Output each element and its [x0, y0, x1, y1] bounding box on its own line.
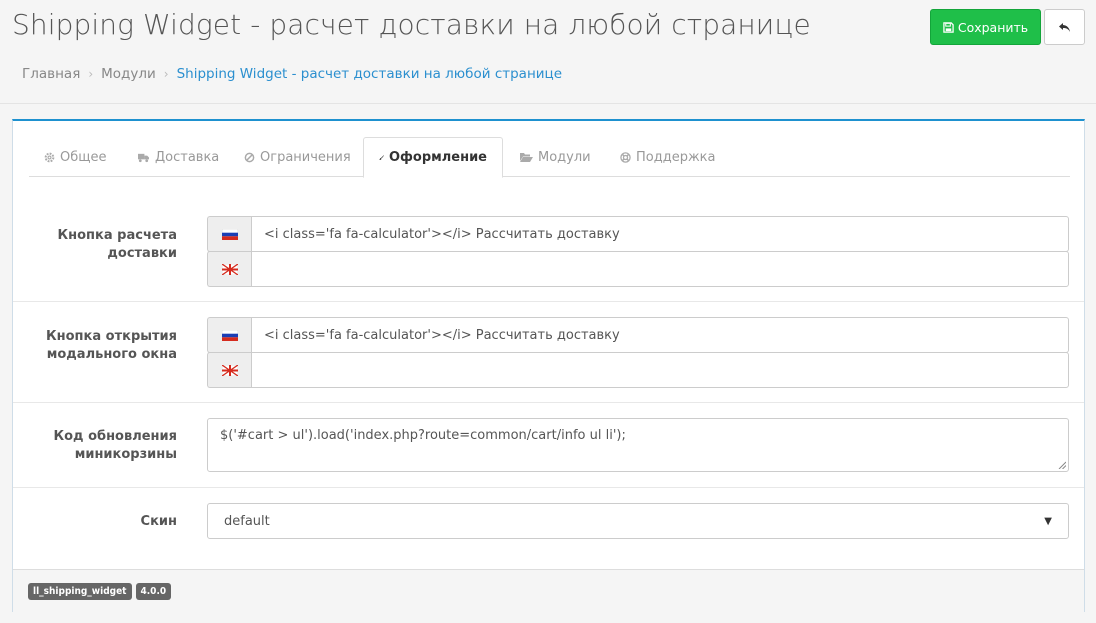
calc-button-label: Кнопка расчета доставки: [57, 228, 177, 261]
version-badge: 4.0.0: [135, 582, 172, 600]
ru-flag-icon: [207, 317, 251, 353]
header-divider: [0, 103, 1096, 104]
minicart-code-value: $('#cart > ul').load('index.php?route=co…: [220, 428, 626, 443]
skin-select[interactable]: default ▼: [207, 503, 1069, 539]
breadcrumb-home[interactable]: Главная: [22, 66, 80, 82]
tab-support[interactable]: Поддержка: [620, 137, 716, 177]
settings-panel: Общее Доставка Ограничения Оформление Мо…: [12, 119, 1085, 612]
row-divider: [13, 301, 1084, 302]
tab-label: Оформление: [388, 150, 487, 165]
breadcrumb: Главная › Модули › Shipping Widget - рас…: [22, 66, 562, 82]
calc-button-en-group: [207, 251, 1069, 287]
calc-button-ru-input[interactable]: <i class='fa fa-calculator'></i> Рассчит…: [251, 216, 1069, 252]
tab-bar: Общее Доставка Ограничения Оформление Мо…: [29, 137, 1070, 178]
calc-button-ru-group: <i class='fa fa-calculator'></i> Рассчит…: [207, 216, 1069, 252]
breadcrumb-separator: ›: [88, 67, 94, 81]
tab-label: Модули: [538, 149, 591, 165]
calc-button-en-input[interactable]: [251, 251, 1069, 287]
tab-label: Поддержка: [636, 149, 716, 165]
minicart-code-label: Код обновления миникорзины: [53, 429, 177, 462]
tab-label: Общее: [60, 149, 107, 165]
row-divider: [13, 487, 1084, 488]
folder-open-icon: [520, 152, 533, 162]
modal-button-en-input[interactable]: [251, 352, 1069, 388]
gb-flag-icon: [207, 251, 251, 287]
modal-button-ru-group: <i class='fa fa-calculator'></i> Рассчит…: [207, 317, 1069, 353]
save-button[interactable]: Сохранить: [930, 9, 1041, 45]
tab-general[interactable]: Общее: [44, 137, 107, 177]
breadcrumb-modules[interactable]: Модули: [101, 66, 156, 82]
caret-down-icon: ▼: [1044, 515, 1052, 527]
paint-brush-icon: [379, 155, 384, 160]
truck-icon: [138, 153, 149, 162]
module-code-badge: ll_shipping_widget: [28, 582, 132, 600]
page-title: Shipping Widget - расчет доставки на люб…: [12, 8, 811, 41]
save-button-label: Сохранить: [957, 19, 1029, 35]
skin-label: Скин: [140, 514, 177, 529]
tab-label: Доставка: [155, 149, 220, 165]
reply-icon: [1059, 22, 1070, 32]
row-divider: [13, 402, 1084, 403]
back-button[interactable]: [1044, 9, 1085, 45]
ban-icon: [244, 152, 255, 162]
ru-flag-icon: [207, 216, 251, 252]
modal-button-label: Кнопка открытия модального окна: [46, 329, 177, 362]
tab-delivery[interactable]: Доставка: [137, 137, 219, 177]
modal-button-ru-input[interactable]: <i class='fa fa-calculator'></i> Рассчит…: [251, 317, 1069, 353]
breadcrumb-current[interactable]: Shipping Widget - расчет доставки на люб…: [177, 66, 562, 82]
tab-appearance[interactable]: Оформление: [363, 137, 503, 178]
modal-button-en-group: [207, 352, 1069, 388]
panel-footer: ll_shipping_widget 4.0.0: [13, 569, 1084, 612]
life-ring-icon: [620, 151, 631, 163]
tab-modules[interactable]: Модули: [520, 137, 591, 177]
resize-grip-icon[interactable]: [1058, 461, 1066, 469]
breadcrumb-separator: ›: [163, 67, 169, 81]
skin-select-value: default: [224, 513, 270, 529]
save-icon: [943, 21, 954, 33]
tab-restrictions[interactable]: Ограничения: [244, 137, 351, 177]
minicart-code-textarea[interactable]: $('#cart > ul').load('index.php?route=co…: [207, 418, 1069, 472]
tab-label: Ограничения: [260, 149, 351, 165]
gb-flag-icon: [207, 352, 251, 388]
cog-icon: [44, 152, 55, 162]
